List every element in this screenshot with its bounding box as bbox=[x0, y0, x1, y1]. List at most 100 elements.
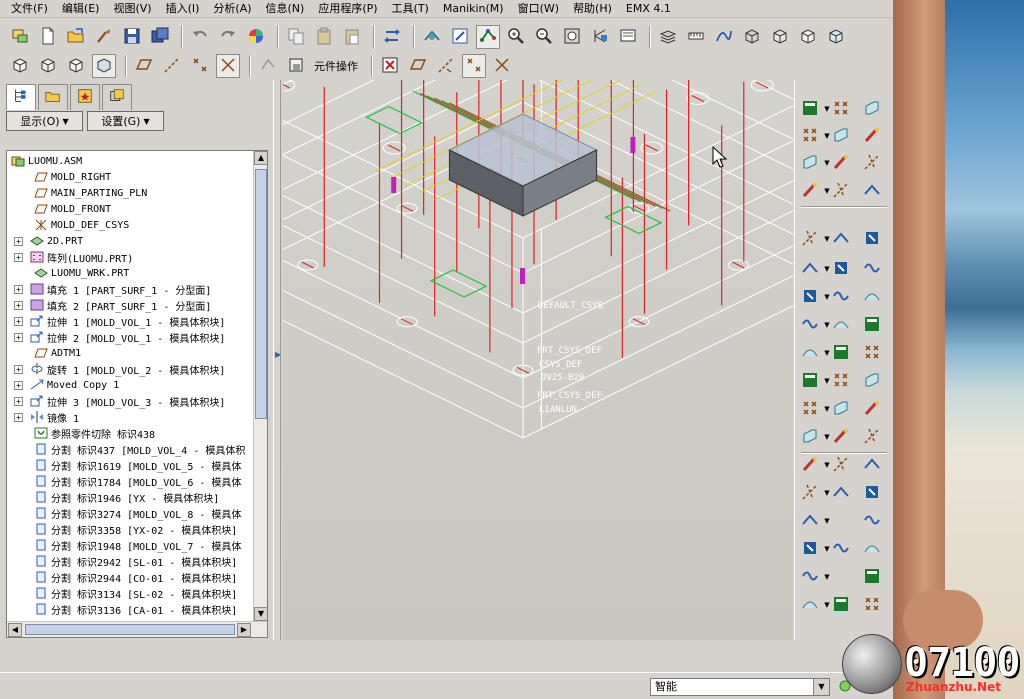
curve-button[interactable] bbox=[830, 398, 852, 420]
zoom-out-button[interactable] bbox=[532, 25, 556, 49]
csys-button[interactable] bbox=[216, 54, 240, 78]
datum-curve-button[interactable] bbox=[712, 25, 736, 49]
zoom-in-button[interactable] bbox=[504, 25, 528, 49]
datum-plane-button[interactable] bbox=[132, 54, 156, 78]
navigator-tab[interactable] bbox=[70, 84, 100, 110]
surface-button[interactable] bbox=[861, 152, 883, 174]
tree-item[interactable]: + 旋转 1 [MOLD_VOL_2 - 模具体积块] bbox=[14, 361, 225, 377]
graphics-window[interactable]: DEFAULT_CSYS PRT_CSYS_DEF CSYS_DEF DV25-B20… bbox=[283, 80, 793, 640]
repaint-button[interactable] bbox=[448, 25, 472, 49]
expand-toggle-icon[interactable]: + bbox=[14, 380, 23, 390]
brush-button[interactable] bbox=[92, 25, 116, 49]
new-component-button[interactable] bbox=[799, 228, 821, 250]
component-operations-label[interactable]: 元件操作 bbox=[314, 58, 358, 74]
refpart-button[interactable] bbox=[799, 152, 821, 174]
tree-item[interactable]: + 拉伸 3 [MOLD_VOL_3 - 模具体积块] bbox=[14, 393, 225, 409]
scroll-right-icon[interactable]: ▶ bbox=[237, 623, 251, 637]
cut-tool-button[interactable] bbox=[830, 286, 852, 308]
surface-button[interactable] bbox=[861, 566, 883, 588]
flyout-arrow-icon[interactable]: ▼ bbox=[823, 516, 831, 526]
expand-toggle-icon[interactable]: + bbox=[14, 412, 23, 422]
model-tree[interactable]: LUOMU.ASM MOLD_RIGHT MAIN_PARTING_PLN MOLD_… bbox=[6, 150, 268, 638]
navigator-tab[interactable] bbox=[38, 84, 68, 110]
scroll-thumb-horizontal[interactable] bbox=[25, 624, 235, 635]
datum-point-tool-button[interactable] bbox=[830, 342, 852, 364]
tree-item[interactable]: +2D.PRT bbox=[14, 233, 83, 249]
navigator-tab[interactable] bbox=[6, 84, 36, 110]
selection-filter-select[interactable]: 智能 ▼ bbox=[650, 678, 830, 696]
expand-toggle-icon[interactable]: + bbox=[14, 300, 23, 310]
refpart-button[interactable] bbox=[799, 566, 821, 588]
tree-item[interactable]: + 拉伸 2 [MOLD_VOL_1 - 模具体积块] bbox=[14, 329, 225, 345]
cut-tool-button[interactable] bbox=[830, 482, 852, 504]
color-wheel-button[interactable] bbox=[244, 25, 268, 49]
menu-item[interactable]: Manikin(M) bbox=[436, 0, 511, 18]
tree-vertical-scrollbar[interactable]: ▲ ▼ bbox=[253, 151, 267, 621]
csys-tool-button[interactable] bbox=[830, 152, 852, 174]
paint-button[interactable] bbox=[799, 538, 821, 560]
paint-button[interactable] bbox=[799, 125, 821, 147]
part-box-button[interactable] bbox=[284, 54, 308, 78]
flyout-arrow-icon[interactable]: ▼ bbox=[823, 572, 831, 582]
redo-button[interactable] bbox=[216, 25, 240, 49]
paste-special-button[interactable] bbox=[340, 25, 364, 49]
tree-item[interactable]: + 填充 1 [PART_SURF_1 - 分型面] bbox=[14, 281, 211, 297]
curve-tool-button[interactable] bbox=[861, 180, 883, 202]
tree-item[interactable]: 分割 标识2942 [SL-01 - 模具体积块] bbox=[14, 553, 237, 569]
open-folder-button[interactable] bbox=[64, 25, 88, 49]
cube-3-button[interactable] bbox=[64, 54, 88, 78]
mold-layout-button[interactable] bbox=[799, 510, 821, 532]
tree-item[interactable]: 分割 标识437 [MOLD_VOL_4 - 模具体积 bbox=[14, 441, 245, 457]
mold-assembly-wireframe[interactable]: DEFAULT_CSYS PRT_CSYS_DEF CSYS_DEF DV25-B20… bbox=[283, 80, 793, 640]
cube-4-button[interactable] bbox=[92, 54, 116, 78]
expand-toggle-icon[interactable]: + bbox=[14, 332, 23, 342]
wireframe-button[interactable] bbox=[740, 25, 764, 49]
plane-display-button[interactable] bbox=[406, 54, 430, 78]
mold-layout-button[interactable] bbox=[799, 314, 821, 336]
shrink-button[interactable] bbox=[861, 454, 883, 476]
save-copy-button[interactable] bbox=[148, 25, 172, 49]
plane-tool-button[interactable] bbox=[861, 314, 883, 336]
undo-button[interactable] bbox=[188, 25, 212, 49]
panel-splitter[interactable]: ▶ bbox=[273, 80, 281, 640]
tree-item[interactable]: LUOMU.ASM bbox=[11, 153, 82, 169]
axis-tool-button[interactable] bbox=[861, 125, 883, 147]
expand-toggle-icon[interactable]: + bbox=[14, 236, 23, 246]
menu-item[interactable]: EMX 4.1 bbox=[619, 0, 678, 18]
menu-item[interactable]: 插入(I) bbox=[159, 0, 207, 18]
menu-item[interactable]: 工具(T) bbox=[385, 0, 436, 18]
trim-button[interactable] bbox=[861, 286, 883, 308]
regenerate-button[interactable] bbox=[380, 25, 404, 49]
new-component-button[interactable] bbox=[799, 426, 821, 448]
expand-toggle-icon[interactable]: + bbox=[14, 316, 23, 326]
menu-item[interactable]: 编辑(E) bbox=[55, 0, 107, 18]
curve-tool-button[interactable] bbox=[861, 398, 883, 420]
axis-tool-button[interactable] bbox=[861, 538, 883, 560]
curve-button[interactable] bbox=[830, 594, 852, 616]
datum-point-tool-button[interactable] bbox=[830, 538, 852, 560]
menu-item[interactable]: 信息(N) bbox=[259, 0, 312, 18]
csys-tool-button[interactable] bbox=[830, 370, 852, 392]
tree-item[interactable]: MOLD_RIGHT bbox=[14, 169, 111, 185]
cube-2-button[interactable] bbox=[36, 54, 60, 78]
trim-button[interactable] bbox=[861, 482, 883, 504]
orient-button[interactable] bbox=[420, 25, 444, 49]
tree-item[interactable]: MAIN_PARTING_PLN bbox=[14, 185, 147, 201]
plane-2-button[interactable] bbox=[861, 228, 883, 250]
component-button[interactable] bbox=[799, 180, 821, 202]
tree-item[interactable]: MOLD_DEF_CSYS bbox=[14, 217, 129, 233]
workpiece-button[interactable] bbox=[799, 258, 821, 280]
datum-axis-button[interactable] bbox=[160, 54, 184, 78]
tree-item[interactable]: + Moved Copy 1 bbox=[14, 377, 119, 393]
split-button[interactable] bbox=[830, 454, 852, 476]
tree-item[interactable]: LUOMU_WRK.PRT bbox=[14, 265, 129, 281]
tree-item[interactable]: 分割 标识3136 [CA-01 - 模具体积块] bbox=[14, 601, 237, 617]
menu-item[interactable]: 帮助(H) bbox=[566, 0, 619, 18]
tree-item[interactable]: 分割 标识1784 [MOLD_VOL_6 - 模具体 bbox=[14, 473, 241, 489]
hidden-line-button[interactable] bbox=[768, 25, 792, 49]
menu-item[interactable]: 分析(A) bbox=[206, 0, 258, 18]
points-button[interactable] bbox=[830, 98, 852, 120]
shaded-button[interactable] bbox=[824, 25, 848, 49]
measure-button[interactable] bbox=[684, 25, 708, 49]
mold-layout-button[interactable] bbox=[799, 98, 821, 120]
